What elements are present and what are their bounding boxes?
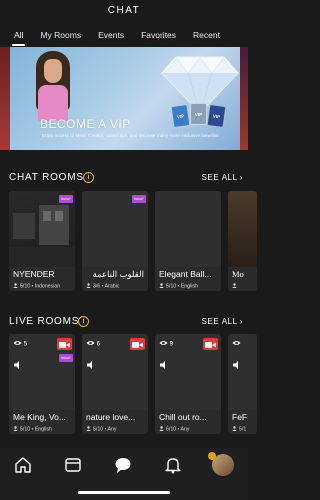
eye-icon <box>159 341 168 345</box>
room-meta: 5/10 • English <box>159 283 198 290</box>
room-name: القلوب الناعمة <box>92 269 144 279</box>
room-thumbnail <box>228 191 257 267</box>
page-title: CHAT <box>107 5 141 16</box>
live-room-card[interactable]: 9 Chill out ro... 6/10 • Any <box>155 334 221 434</box>
live-rooms-header: LIVE ROOMS i SEE ALL › <box>0 313 248 329</box>
coin-badge-icon <box>208 452 216 460</box>
tab-all[interactable]: All <box>11 26 27 46</box>
tab-my-rooms[interactable]: My Rooms <box>40 26 81 46</box>
speaker-icon[interactable] <box>159 360 169 370</box>
imvu-plus-badge: Imvu+ <box>59 354 73 362</box>
banner-avatar-illustration <box>34 51 72 121</box>
eye-icon <box>232 341 241 345</box>
chevron-right-icon: › <box>239 172 243 182</box>
tab-events[interactable]: Events <box>98 26 124 46</box>
person-icon <box>159 426 164 431</box>
section-title: LIVE ROOMS <box>9 315 80 327</box>
chat-icon[interactable] <box>114 456 132 474</box>
room-meta: 5/10 • Indonesian <box>13 283 60 290</box>
live-rooms-row: 5 Imvu+ Me King, Vo... 5/10 • English 6 … <box>9 334 257 434</box>
room-meta: 5/1 <box>232 426 246 433</box>
room-thumbnail <box>155 191 221 267</box>
banner-edge-left <box>0 47 10 150</box>
banner-description: Enjoy access to Mesh Creator, collect ti… <box>42 133 219 138</box>
room-name: Me King, Vo... <box>13 412 66 422</box>
viewers-count: 6 <box>86 340 100 348</box>
imvu-plus-badge: Imvu+ <box>59 195 73 203</box>
speaker-icon[interactable] <box>232 360 242 370</box>
bell-icon[interactable] <box>164 456 182 474</box>
see-all-live-rooms[interactable]: SEE ALL › <box>202 317 244 326</box>
viewers-count: 9 <box>159 340 173 348</box>
chat-rooms-header: CHAT ROOMS i SEE ALL › <box>0 169 248 185</box>
vip-banner[interactable]: VIP VIP VIP BECOME A VIP Enjoy access to… <box>0 47 248 150</box>
camera-live-icon <box>130 338 145 350</box>
vip-cards: VIP VIP VIP <box>170 103 228 129</box>
banner-headline: BECOME A VIP <box>40 117 131 131</box>
room-name: NYENDER <box>13 269 55 279</box>
shop-icon[interactable] <box>64 456 82 474</box>
imvu-plus-badge: Imvu+ <box>132 195 146 203</box>
app-header: CHAT <box>0 0 248 18</box>
room-name: FeF <box>232 412 248 422</box>
room-meta: 5/10 • English <box>13 426 52 433</box>
tab-bar: All My Rooms Events Favorites Recent <box>0 26 248 46</box>
room-name: Elegant Ball... <box>159 269 212 279</box>
room-meta: 5/10 • Any <box>86 426 116 433</box>
live-room-card[interactable]: 6 nature love... 5/10 • Any <box>82 334 148 434</box>
see-all-chat-rooms[interactable]: SEE ALL › <box>202 173 244 182</box>
speaker-icon[interactable] <box>13 360 23 370</box>
room-name: Chill out ro... <box>159 412 207 422</box>
speaker-icon[interactable] <box>86 360 96 370</box>
person-icon <box>13 283 18 288</box>
live-room-card[interactable]: FeF 5/1 <box>228 334 257 434</box>
chat-room-card[interactable]: Elegant Ball... 5/10 • English <box>155 191 221 291</box>
chevron-right-icon: › <box>239 316 243 326</box>
chat-rooms-row: Imvu+ NYENDER 5/10 • Indonesian Imvu+ ال… <box>9 191 257 291</box>
room-meta: 6/10 • Any <box>159 426 189 433</box>
chat-room-card[interactable]: Imvu+ القلوب الناعمة 3/6 • Arabic <box>82 191 148 291</box>
room-meta <box>232 283 239 290</box>
info-icon[interactable]: i <box>78 315 89 327</box>
info-icon[interactable]: i <box>83 171 94 183</box>
eye-icon <box>86 341 95 345</box>
person-icon <box>159 283 164 288</box>
vip-card: VIP <box>190 103 207 125</box>
eye-icon <box>13 341 22 345</box>
viewers-count <box>232 340 241 348</box>
vip-card: VIP <box>170 103 191 129</box>
home-indicator <box>78 491 170 494</box>
viewers-count: 5 <box>13 340 27 348</box>
banner-edge-right <box>240 47 248 150</box>
person-icon <box>86 283 91 288</box>
tab-favorites[interactable]: Favorites <box>141 26 176 46</box>
live-room-card[interactable]: 5 Imvu+ Me King, Vo... 5/10 • English <box>9 334 75 434</box>
chat-room-card[interactable]: Mo <box>228 191 257 291</box>
person-icon <box>86 426 91 431</box>
tab-recent[interactable]: Recent <box>193 26 220 46</box>
room-meta: 3/6 • Arabic <box>86 283 119 290</box>
vip-card: VIP <box>206 103 227 129</box>
person-icon <box>232 283 237 288</box>
chat-room-card[interactable]: Imvu+ NYENDER 5/10 • Indonesian <box>9 191 75 291</box>
camera-live-icon <box>57 338 72 350</box>
room-name: nature love... <box>86 412 136 422</box>
section-title: CHAT ROOMS <box>9 171 84 183</box>
camera-live-icon <box>203 338 218 350</box>
home-icon[interactable] <box>14 456 32 474</box>
person-icon <box>232 426 237 431</box>
person-icon <box>13 426 18 431</box>
room-name: Mo <box>232 269 244 279</box>
